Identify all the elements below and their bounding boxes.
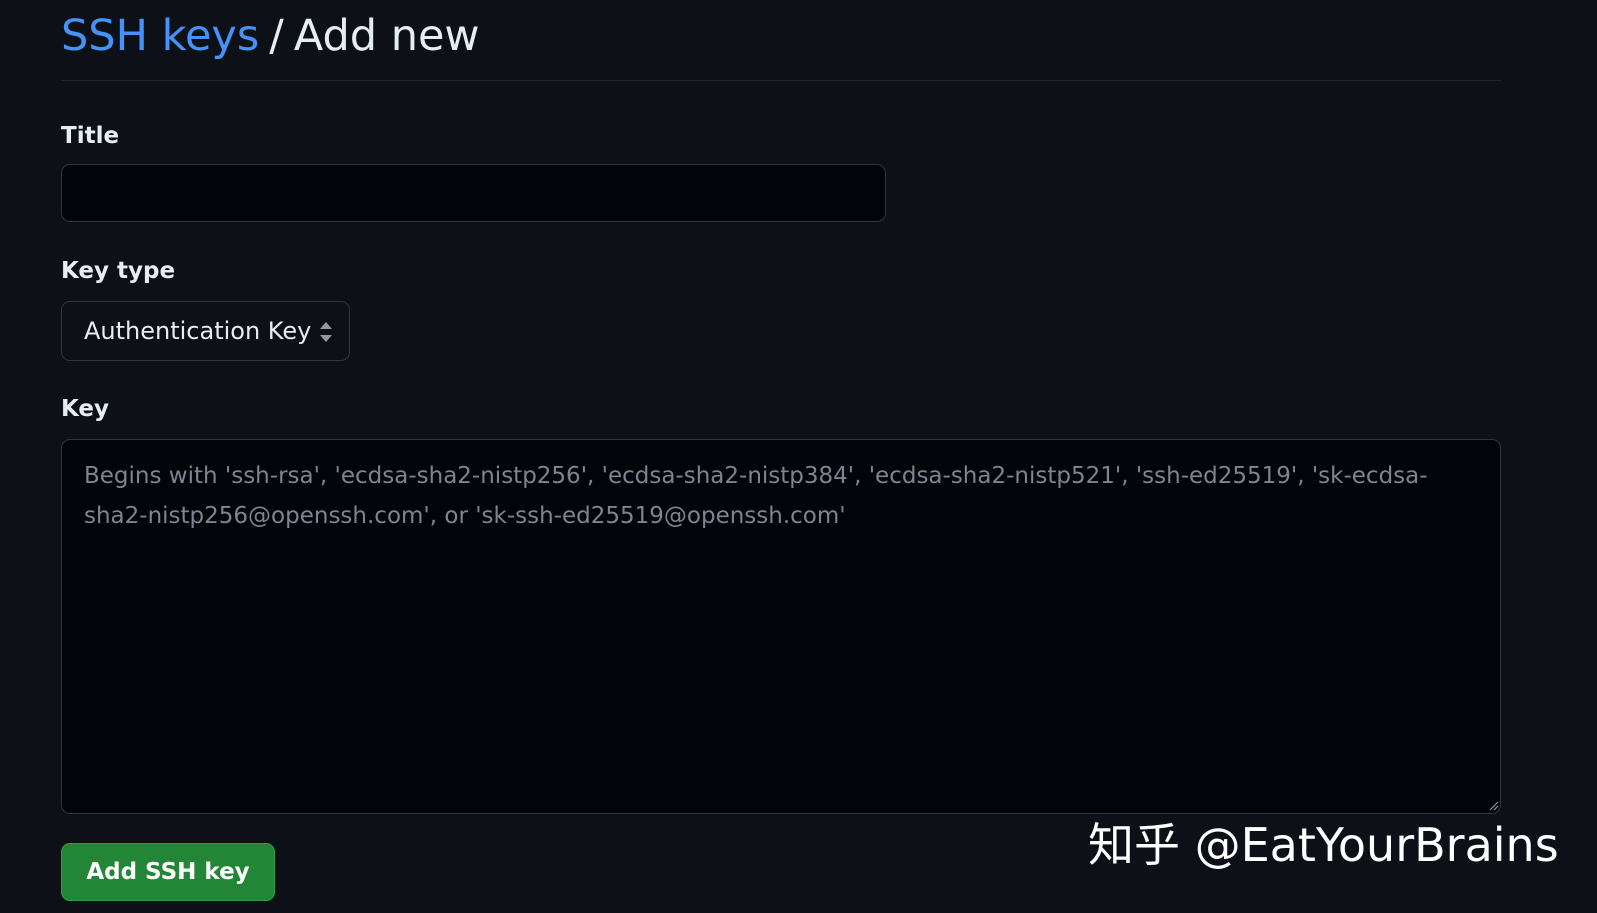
add-ssh-key-button[interactable]: Add SSH key <box>61 843 275 901</box>
title-input[interactable] <box>61 164 886 222</box>
select-arrows-icon <box>320 322 332 342</box>
breadcrumb-separator: / <box>269 11 284 61</box>
title-label: Title <box>61 123 120 149</box>
watermark-text: 知乎 @EatYourBrains <box>1088 818 1559 872</box>
key-type-label: Key type <box>61 258 176 284</box>
key-type-select[interactable]: Authentication Key <box>61 301 350 361</box>
breadcrumb: SSH keys / Add new <box>61 8 1501 64</box>
key-textarea[interactable] <box>61 439 1501 814</box>
key-type-selected-value: Authentication Key <box>84 317 312 345</box>
page-title: Add new <box>293 11 480 61</box>
resize-grip-icon[interactable] <box>1488 800 1499 811</box>
breadcrumb-ssh-keys-link[interactable]: SSH keys <box>61 11 259 61</box>
ssh-key-add-page: SSH keys / Add new Title Key type Authenti… <box>0 0 1597 913</box>
key-label: Key <box>61 396 110 422</box>
page-header: SSH keys / Add new <box>61 8 1501 81</box>
